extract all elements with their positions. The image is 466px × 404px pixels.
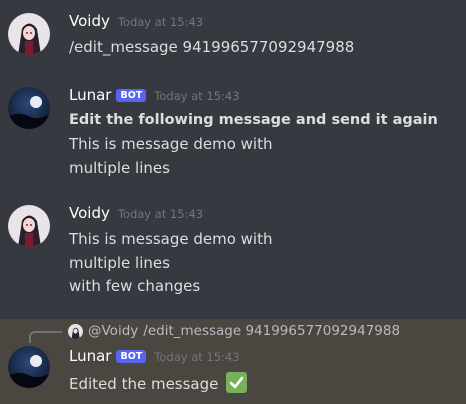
bot-tag: BOT (116, 89, 147, 102)
message-text: multiple lines (69, 254, 170, 272)
lunar-avatar[interactable] (8, 87, 50, 129)
voidy-avatar[interactable] (8, 205, 50, 247)
message-bold-text: Edit the following message and send it a… (69, 112, 438, 128)
check-mark-icon[interactable] (226, 372, 248, 393)
reply-content[interactable]: /edit_message 941996577092947988 (143, 323, 400, 339)
author-name[interactable]: Voidy (69, 204, 110, 222)
message-text: This is message demo with (69, 230, 273, 248)
message-text: This is message demo with (69, 135, 273, 153)
voidy-avatar[interactable] (8, 13, 50, 55)
author-name[interactable]: Lunar (69, 347, 111, 365)
message-text: Edited the message (69, 375, 219, 393)
reply-mention[interactable]: @Voidy (88, 323, 138, 339)
timestamp[interactable]: Today at 15:43 (118, 207, 203, 221)
bot-tag: BOT (116, 350, 147, 363)
message-header: Voidy Today at 15:43 (69, 204, 203, 224)
timestamp[interactable]: Today at 15:43 (154, 89, 239, 103)
message-text: with few changes (69, 277, 201, 295)
message-header: Lunar BOT Today at 15:43 (69, 347, 240, 367)
message-text-row: Edited the message (69, 372, 248, 394)
reply-reference[interactable]: @Voidy /edit_message 941996577092947988 (68, 321, 400, 341)
timestamp[interactable]: Today at 15:43 (118, 15, 203, 29)
reply-spine (29, 331, 62, 343)
message-text: /edit_message 941996577092947988 (69, 38, 355, 56)
lunar-avatar[interactable] (8, 346, 50, 388)
author-name[interactable]: Lunar (69, 86, 111, 104)
message-text: multiple lines (69, 159, 170, 177)
message-header: Lunar BOT Today at 15:43 (69, 86, 240, 106)
message-header: Voidy Today at 15:43 (69, 12, 203, 32)
author-name[interactable]: Voidy (69, 12, 110, 30)
reply-avatar-icon[interactable] (68, 323, 83, 339)
timestamp[interactable]: Today at 15:43 (154, 350, 239, 364)
